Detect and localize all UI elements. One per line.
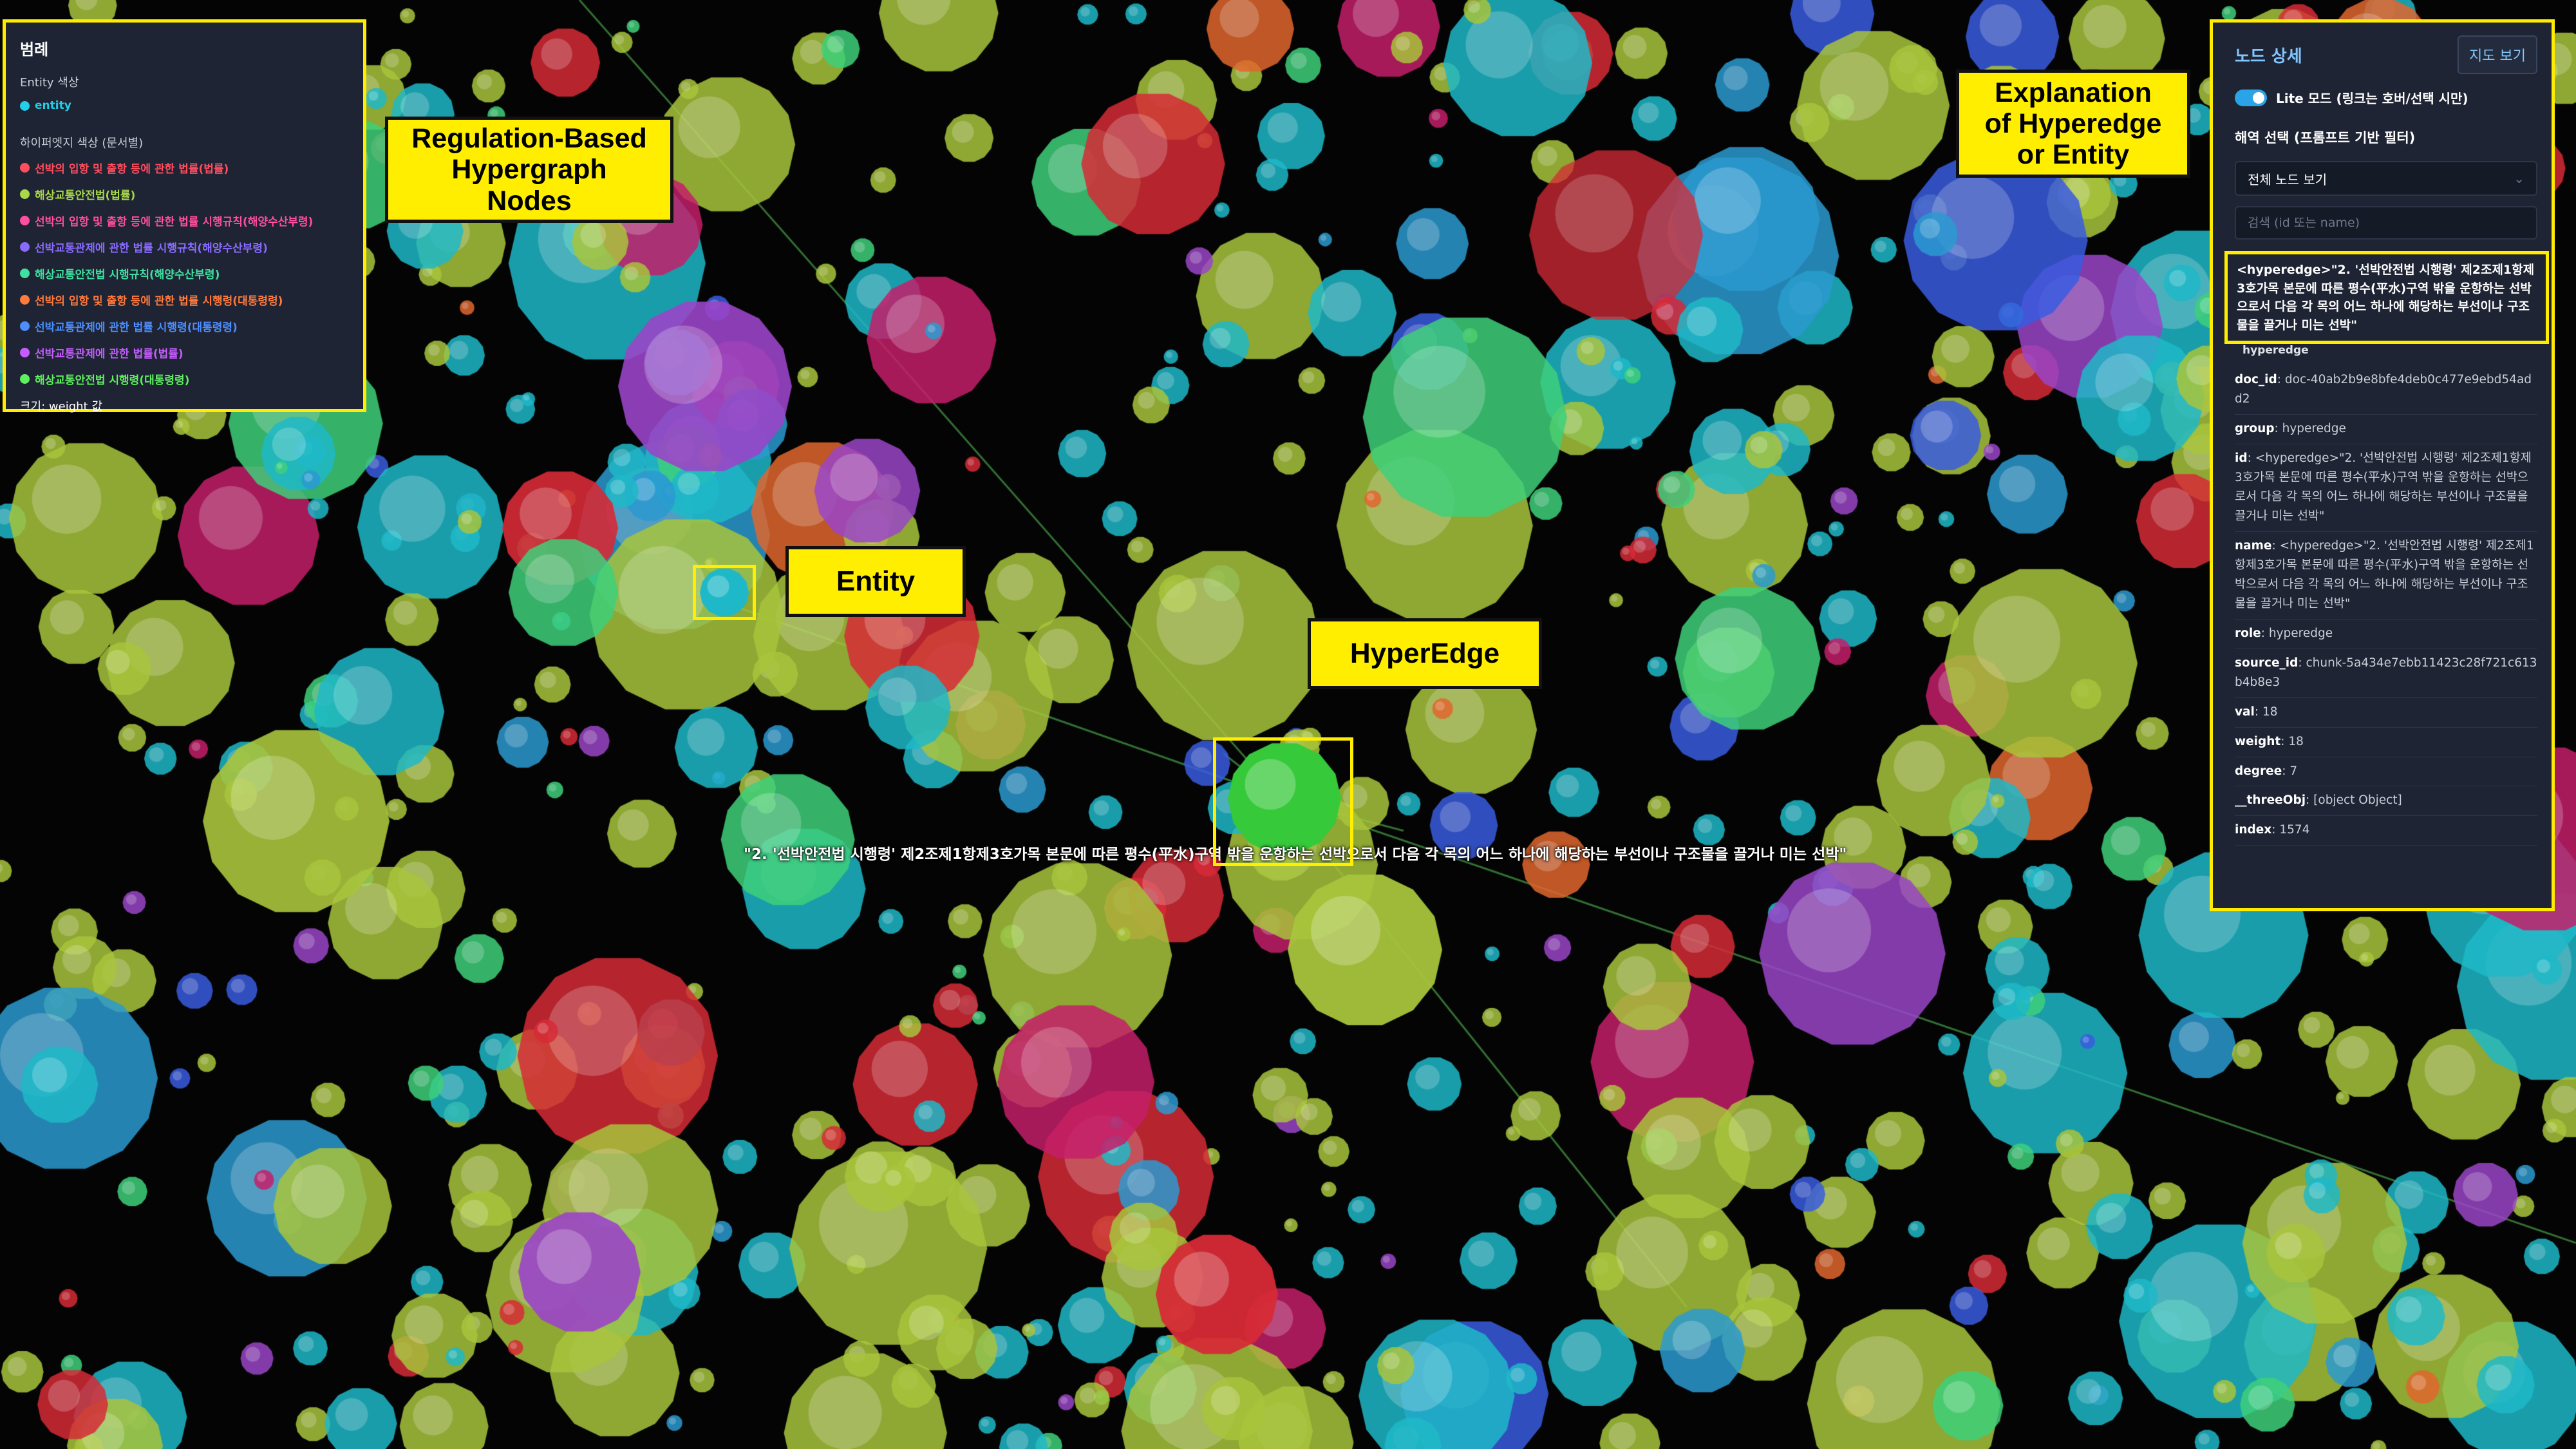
legend-item: 선박의 입항 및 출항 등에 관한 법률 시행령(대통령령) xyxy=(20,292,349,308)
color-dot-icon xyxy=(20,374,30,384)
legend-item-label: entity xyxy=(35,99,71,112)
map-view-button[interactable]: 지도 보기 xyxy=(2458,35,2537,74)
legend-item: 선박교통관제에 관한 법률 시행령(대통령령) xyxy=(20,318,349,334)
legend-item-entity: entity xyxy=(20,99,349,112)
legend-item: 선박교통관제에 관한 법률(법률) xyxy=(20,345,349,361)
color-dot-icon xyxy=(20,242,30,252)
property-key: group xyxy=(2235,421,2275,435)
legend-hyperedge-section: 하이퍼엣지 색상 (문서별) xyxy=(20,137,144,150)
property-key: __threeObj xyxy=(2235,793,2306,808)
selected-node-name: <hyperedge>"2. '선박안전법 시행령' 제2조제1항제3호가목 본… xyxy=(2224,251,2549,344)
node-property-row: doc_id: doc-40ab2b9e8bfe4deb0c477e9ebd54… xyxy=(2235,366,2537,415)
legend-item: 선박의 입항 및 출항 등에 관한 법률 시행규칙(해양수산부령) xyxy=(20,213,349,229)
chevron-down-icon: ⌄ xyxy=(2514,171,2524,186)
region-filter-label: 해역 선택 (프롬프트 기반 필터) xyxy=(2235,130,2416,146)
legend-panel: 범례 Entity 색상 entity 하이퍼엣지 색상 (문서별) 선박의 입… xyxy=(3,19,366,413)
region-select-value: 전체 노드 보기 xyxy=(2248,171,2327,187)
legend-item-label: 선박교통관제에 관한 법률 시행규칙(해양수산부령) xyxy=(35,242,268,255)
property-key: val xyxy=(2235,705,2255,719)
legend-item-label: 해상교통안전법(법률) xyxy=(35,189,136,202)
color-dot-icon xyxy=(20,216,30,225)
node-property-row: index: 1574 xyxy=(2235,816,2537,846)
legend-item-label: 선박의 입항 및 출항 등에 관한 법률(법률) xyxy=(35,163,229,176)
property-value: 7 xyxy=(2289,764,2298,778)
property-key: doc_id xyxy=(2235,373,2277,386)
property-value: doc-40ab2b9e8bfe4deb0c477e9ebd54add2 xyxy=(2235,373,2532,406)
property-value: hyperedge xyxy=(2268,626,2333,640)
property-value: <hyperedge>"2. '선박안전법 시행령' 제2조제1항제3호가목 본… xyxy=(2235,451,2532,523)
node-property-row: group: hyperedge xyxy=(2235,415,2537,444)
color-dot-icon xyxy=(20,295,30,305)
property-value: 18 xyxy=(2288,734,2304,748)
property-key: degree xyxy=(2235,764,2282,778)
property-value: [object Object] xyxy=(2313,793,2402,808)
panel-title: 노드 상세 xyxy=(2235,46,2302,66)
legend-size-note: 크기: weight 값 xyxy=(20,400,102,413)
property-value: hyperedge xyxy=(2282,421,2346,435)
annotation-hypergraph-nodes: Regulation-Based Hypergraph Nodes xyxy=(385,117,673,223)
node-search-input[interactable] xyxy=(2235,206,2537,240)
node-detail-panel: 노드 상세 지도 보기 Lite 모드 (링크는 호버/선택 시만) 해역 선택… xyxy=(2210,19,2555,911)
property-key: source_id xyxy=(2235,656,2299,670)
node-property-row: weight: 18 xyxy=(2235,728,2537,757)
property-key: role xyxy=(2235,626,2261,640)
entity-highlight-box xyxy=(693,565,756,620)
annotation-hyperedge: HyperEdge xyxy=(1308,618,1542,689)
legend-item-label: 해상교통안전법 시행규칙(해양수산부령) xyxy=(35,269,220,281)
color-dot-icon xyxy=(20,189,30,199)
node-property-row: val: 18 xyxy=(2235,698,2537,728)
node-property-row: id: <hyperedge>"2. '선박안전법 시행령' 제2조제1항제3호… xyxy=(2235,444,2537,532)
legend-item-label: 해상교통안전법 시행령(대통령령) xyxy=(35,374,190,387)
lite-mode-label: Lite 모드 (링크는 호버/선택 시만) xyxy=(2276,91,2468,106)
color-dot-icon xyxy=(20,321,30,331)
legend-item: 해상교통안전법(법률) xyxy=(20,186,349,202)
selected-node-group: hyperedge xyxy=(2242,344,2309,357)
annotation-entity: Entity xyxy=(785,546,966,617)
legend-entity-section: Entity 색상 xyxy=(20,76,79,90)
legend-item: 해상교통안전법 시행령(대통령령) xyxy=(20,371,349,387)
property-key: name xyxy=(2235,538,2272,553)
property-value: 18 xyxy=(2262,705,2278,719)
property-value: 1574 xyxy=(2279,823,2310,837)
property-key: index xyxy=(2235,823,2272,837)
lite-mode-row[interactable]: Lite 모드 (링크는 호버/선택 시만) xyxy=(2235,88,2537,107)
legend-title: 범례 xyxy=(20,41,49,59)
hyperedge-highlight-box xyxy=(1213,737,1353,866)
legend-item: 선박교통관제에 관한 법률 시행규칙(해양수산부령) xyxy=(20,239,349,255)
node-property-row: degree: 7 xyxy=(2235,757,2537,787)
property-key: weight xyxy=(2235,734,2281,748)
color-dot-icon xyxy=(20,269,30,278)
node-property-row: source_id: chunk-5a434e7ebb11423c28f721c… xyxy=(2235,649,2537,698)
node-property-row: name: <hyperedge>"2. '선박안전법 시행령' 제2조제1항제… xyxy=(2235,532,2537,620)
entity-color-dot xyxy=(20,100,30,111)
node-property-row: __threeObj: [object Object] xyxy=(2235,786,2537,817)
color-dot-icon xyxy=(20,348,30,357)
lite-mode-toggle[interactable] xyxy=(2235,89,2267,106)
color-dot-icon xyxy=(20,163,30,173)
node-property-row: role: hyperedge xyxy=(2235,620,2537,649)
property-value: <hyperedge>"2. '선박안전법 시행령' 제2조제1항제3호가목 본… xyxy=(2235,538,2534,611)
legend-item-label: 선박교통관제에 관한 법률(법률) xyxy=(35,348,183,361)
legend-item: 선박의 입항 및 출항 등에 관한 법률(법률) xyxy=(20,160,349,176)
legend-item-label: 선박의 입항 및 출항 등에 관한 법률 시행령(대통령령) xyxy=(35,295,283,308)
legend-item-label: 선박의 입항 및 출항 등에 관한 법률 시행규칙(해양수산부령) xyxy=(35,216,314,229)
annotation-explanation: Explanation of Hyperedge or Entity xyxy=(1956,70,2190,178)
region-select[interactable]: 전체 노드 보기 ⌄ xyxy=(2235,161,2537,196)
legend-item-label: 선박교통관제에 관한 법률 시행령(대통령령) xyxy=(35,321,238,334)
legend-item: 해상교통안전법 시행규칙(해양수산부령) xyxy=(20,265,349,281)
property-key: id xyxy=(2235,451,2248,465)
